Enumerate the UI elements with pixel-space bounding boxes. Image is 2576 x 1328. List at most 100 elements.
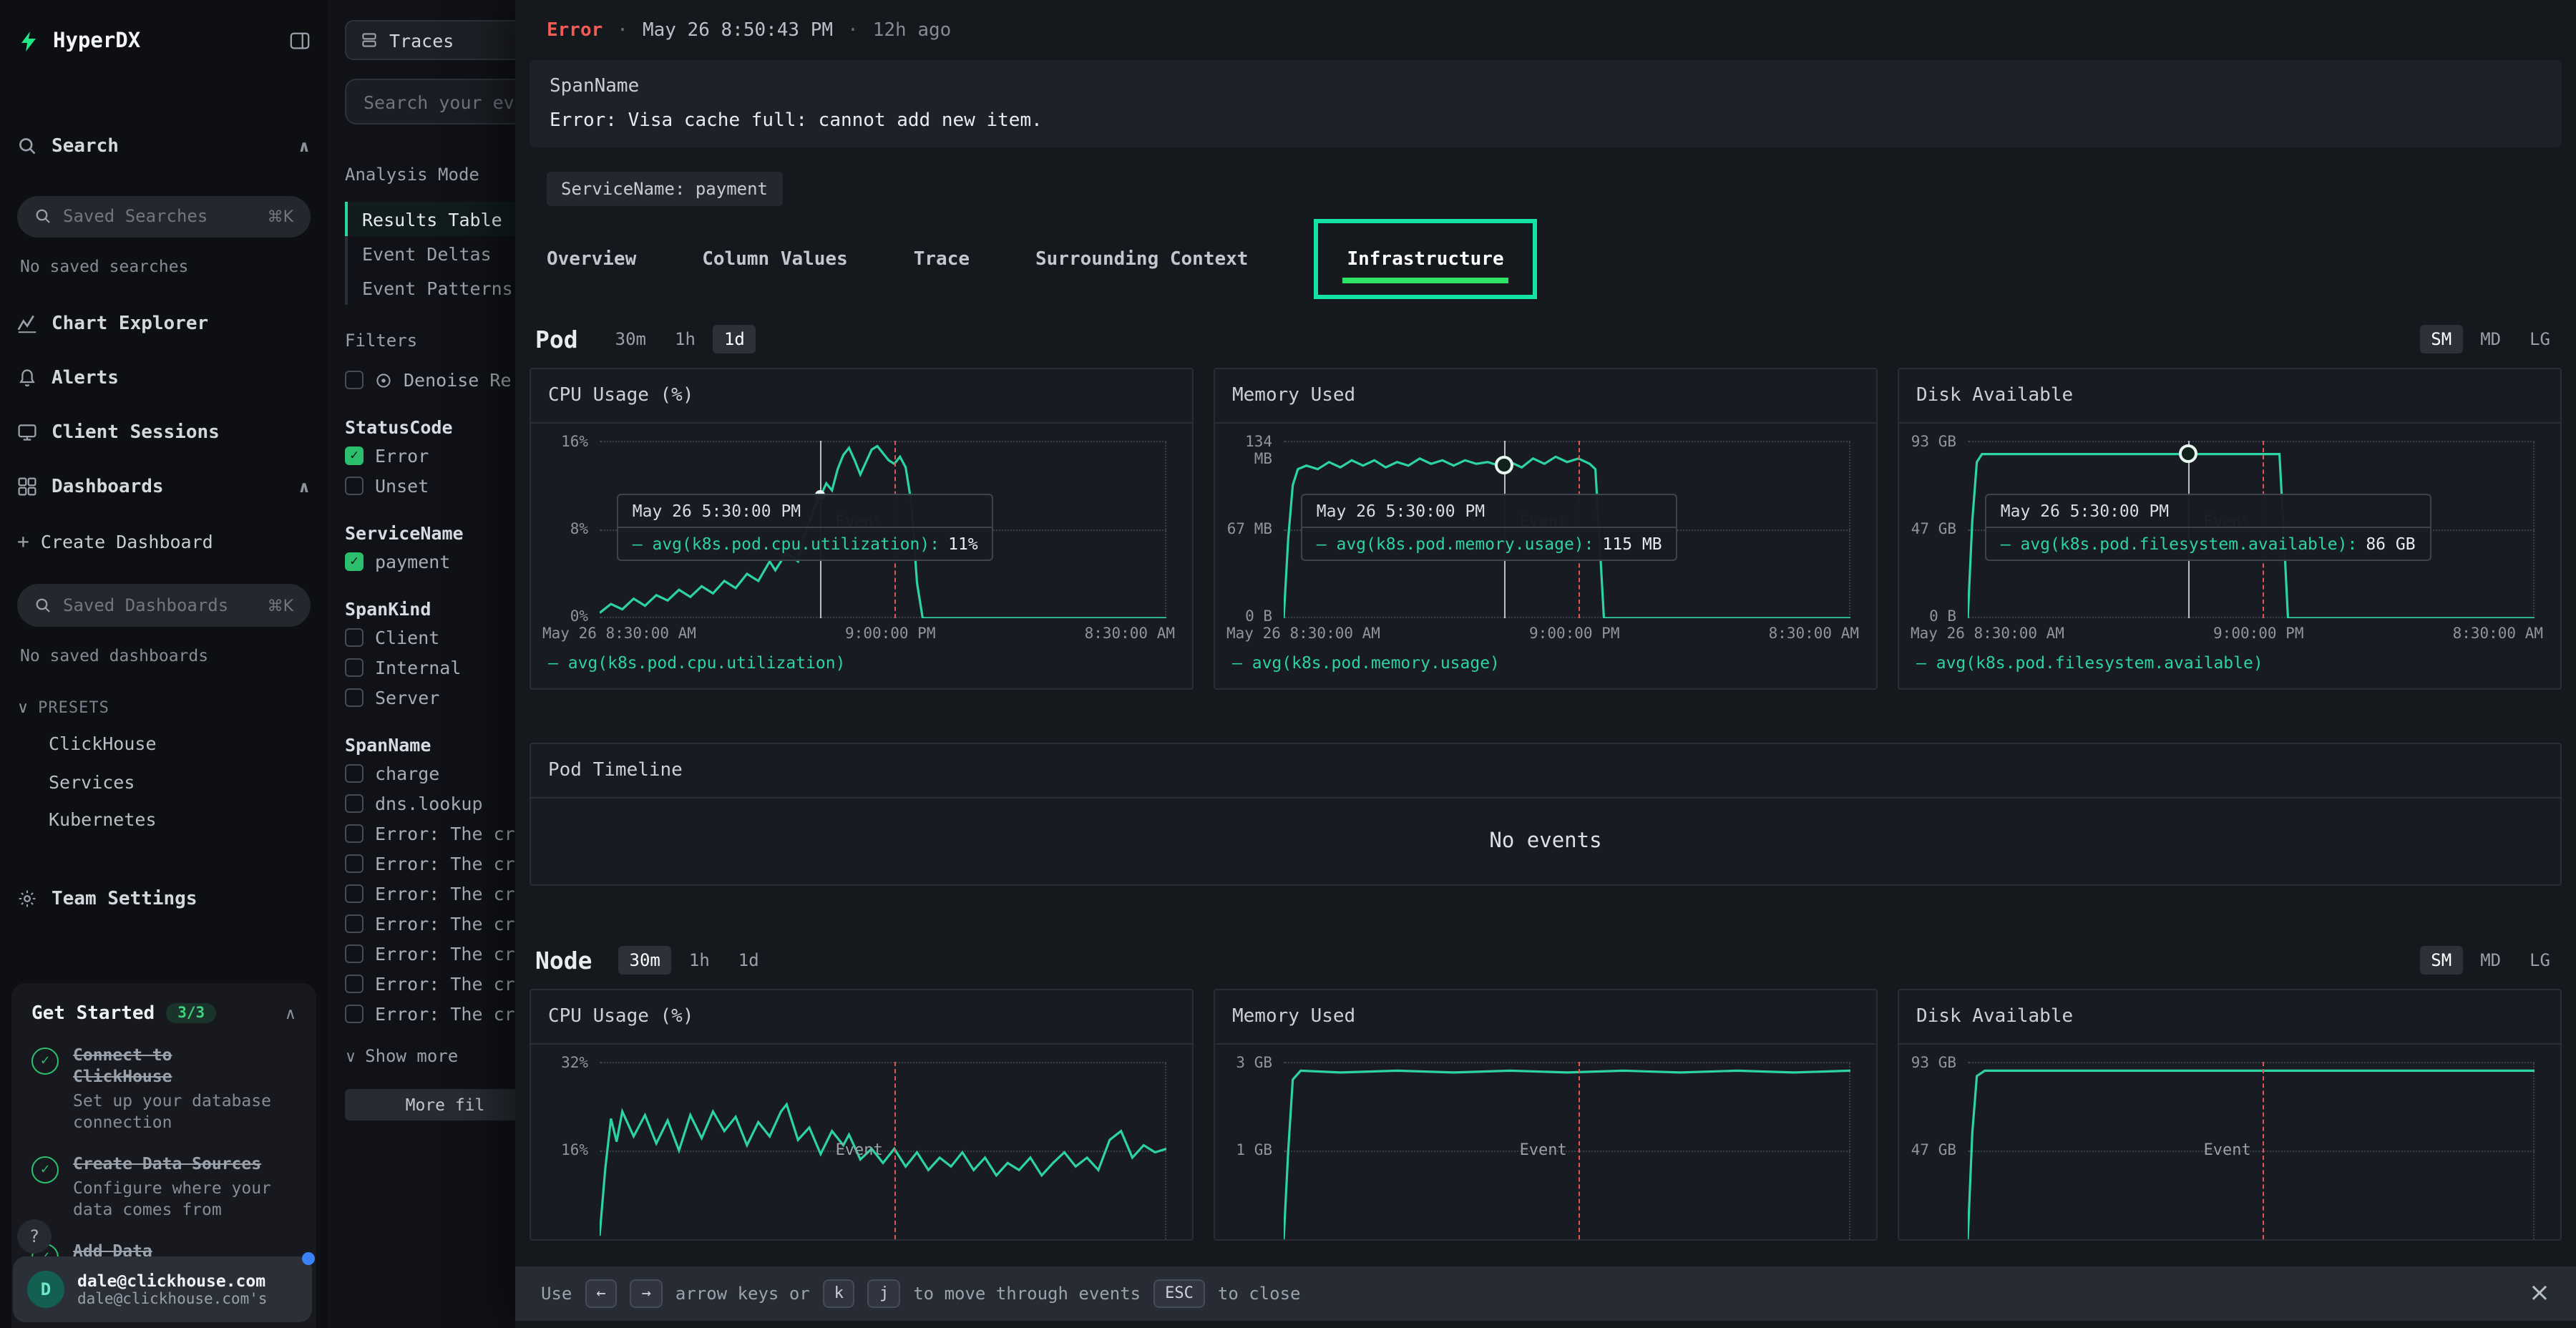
preset-item-clickhouse[interactable]: ClickHouse [17,725,311,763]
checkbox-icon[interactable] [345,764,364,783]
check-circle-icon [31,1048,59,1075]
get-started-title: Get Started [31,1003,155,1025]
tab-column-values[interactable]: Column Values [702,248,848,270]
checkbox-checked-icon[interactable] [345,552,364,571]
pod-cpu-chart-card: CPU Usage (%) 16% 8% 0% Event [530,368,1194,690]
y-tick: 16% [537,434,588,451]
chart-legend: avg(k8s.pod.cpu.utilization) [548,653,1175,673]
size-md[interactable]: MD [2469,325,2512,353]
chart-plot[interactable]: Event May 26 5:30:00 PM avg(k8s.pod.memo… [1284,441,1850,618]
checkbox-icon[interactable] [345,944,364,963]
range-30m[interactable]: 30m [618,946,672,975]
range-1h[interactable]: 1h [663,325,707,353]
saved-dashboards-input[interactable]: Saved Dashboards ⌘K [17,585,311,627]
tooltip-value: 115 MB [1603,534,1662,554]
sidebar-item-label: Team Settings [52,889,197,910]
tab-infrastructure[interactable]: Infrastructure [1347,249,1503,270]
preset-item-services[interactable]: Services [17,763,311,801]
tooltip-series-name: avg(k8s.pod.filesystem.available) [2020,534,2357,554]
arrow-right-key[interactable]: → [630,1279,663,1308]
y-tick: 47 GB [1905,1142,1956,1159]
close-icon[interactable]: × [2529,1281,2550,1307]
size-md[interactable]: MD [2469,946,2512,975]
sidebar-item-search[interactable]: Search ∧ [17,119,311,172]
arrow-left-key[interactable]: ← [585,1279,617,1308]
chevron-down-icon: ∨ [345,1047,356,1065]
checkbox-icon[interactable] [345,1005,364,1023]
chart-plot[interactable]: Event [1968,1062,2534,1239]
tab-trace[interactable]: Trace [914,248,970,270]
checkbox-icon[interactable] [345,628,364,647]
chart-plot[interactable]: Event May 26 5:30:00 PM avg(k8s.pod.cpu.… [600,441,1166,618]
preset-label: Kubernetes [49,809,157,830]
range-1d[interactable]: 1d [727,946,771,975]
size-sm[interactable]: SM [2419,946,2463,975]
get-started-item[interactable]: Connect to ClickHouse Set up your databa… [31,1045,296,1133]
range-1d[interactable]: 1d [713,325,756,353]
checkbox-icon[interactable] [345,477,364,495]
x-tick: 9:00:00 PM [2213,625,2303,643]
chevron-up-icon[interactable]: ∧ [298,477,311,496]
x-tick: 8:30:00 AM [1769,625,1859,643]
chart-plot[interactable]: Event May 26 5:30:00 PM avg(k8s.pod.file… [1968,441,2534,618]
y-tick: 3 GB [1221,1055,1272,1072]
sidebar-item-label: Alerts [52,367,119,389]
chart-plot[interactable]: Event [1284,1062,1850,1239]
range-30m[interactable]: 30m [604,325,658,353]
source-select-value: Traces [389,29,454,51]
checkbox-icon[interactable] [345,975,364,993]
chart-plot[interactable]: Event [600,1062,1166,1239]
y-tick: 67 MB [1221,521,1272,538]
presets-header[interactable]: ∨ PRESETS [17,691,311,725]
checkbox-icon[interactable] [345,884,364,903]
gear-icon [17,889,37,909]
hover-point-marker [1496,456,1514,475]
event-marker-line [894,1062,896,1239]
checkbox-icon[interactable] [345,824,364,843]
help-button[interactable]: ? [17,1219,52,1254]
k-key[interactable]: k [823,1279,855,1308]
sidebar-item-dashboards[interactable]: Dashboards ∧ [17,459,311,514]
y-tick: 0 B [1905,608,1956,625]
checkbox-icon[interactable] [345,794,364,813]
checkbox-icon[interactable] [345,658,364,677]
y-tick: 1 GB [1221,1142,1272,1159]
app-title: HyperDX [53,29,140,52]
checkbox-checked-icon[interactable] [345,446,364,465]
size-lg[interactable]: LG [2518,325,2562,353]
x-axis-labels: May 26 8:30:00 AM 9:00:00 PM 8:30:00 AM [542,625,1175,643]
esc-key[interactable]: ESC [1153,1279,1205,1308]
sidebar-item-chart-explorer[interactable]: Chart Explorer [17,296,311,351]
filter-option-label: Server [375,687,439,708]
y-axis-labels: 134 MB 67 MB 0 B [1221,441,1278,618]
size-sm[interactable]: SM [2419,325,2463,353]
chevron-up-icon[interactable]: ∧ [285,1005,296,1023]
filter-option-label: Error: The cr [375,883,515,904]
checkbox-icon[interactable] [345,371,364,389]
event-label: Event [1407,1140,1567,1158]
user-account-chip[interactable]: D dale@clickhouse.com dale@clickhouse.co… [13,1256,312,1322]
get-started-item[interactable]: Create Data Sources Configure where your… [31,1153,296,1221]
range-1h[interactable]: 1h [678,946,721,975]
service-name-tag[interactable]: ServiceName: payment [547,172,782,206]
sidebar-item-alerts[interactable]: Alerts [17,351,311,405]
size-lg[interactable]: LG [2518,946,2562,975]
task-subtitle: Set up your database connection [73,1090,280,1133]
pod-timeline-empty-state: No events [531,799,2560,884]
j-key[interactable]: j [868,1279,900,1308]
saved-searches-input[interactable]: Saved Searches ⌘K [17,195,311,238]
x-tick: 8:30:00 AM [2453,625,2543,643]
separator-dot: · [847,19,859,41]
tab-surrounding-context[interactable]: Surrounding Context [1035,248,1248,270]
collapse-sidebar-icon[interactable] [289,30,311,52]
sidebar-item-client-sessions[interactable]: Client Sessions [17,405,311,459]
checkbox-icon[interactable] [345,688,364,707]
chevron-up-icon[interactable]: ∧ [298,137,311,155]
search-icon [34,597,52,614]
create-dashboard-button[interactable]: + Create Dashboard [17,522,311,562]
preset-item-kubernetes[interactable]: Kubernetes [17,801,311,839]
sidebar-item-team-settings[interactable]: Team Settings [17,872,311,925]
tab-overview[interactable]: Overview [547,248,636,270]
checkbox-icon[interactable] [345,854,364,873]
checkbox-icon[interactable] [345,914,364,933]
